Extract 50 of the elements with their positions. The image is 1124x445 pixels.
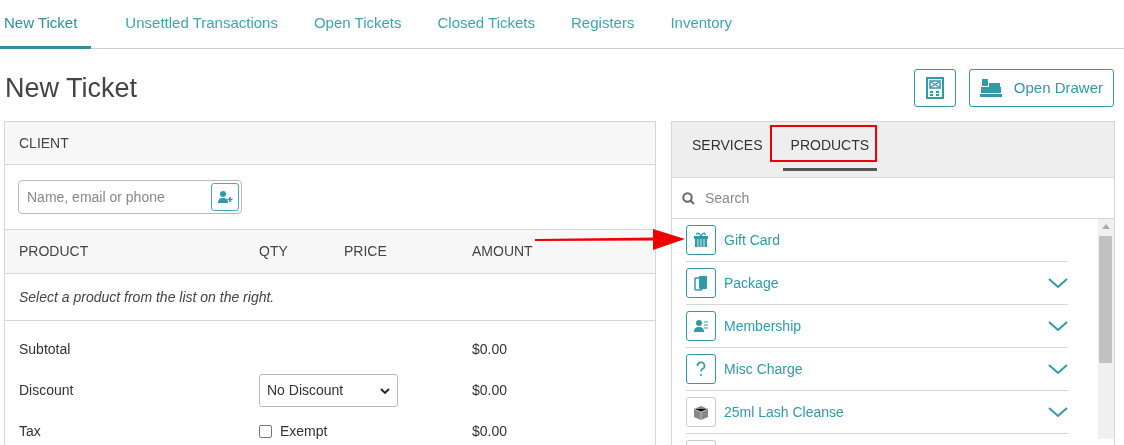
cash-register-icon <box>979 79 1002 97</box>
calculator-icon <box>925 77 944 99</box>
column-header: QTY <box>259 242 289 261</box>
catalog-item[interactable]: Package <box>724 272 1048 294</box>
box-icon <box>692 403 710 421</box>
add-person-icon <box>217 190 233 204</box>
chevron-down-icon[interactable] <box>1048 406 1068 418</box>
scrollbar[interactable] <box>1098 219 1114 439</box>
client-search-field[interactable]: Name, email or phone <box>18 180 242 214</box>
empty-message: Select a product from the list on the right. <box>19 287 275 307</box>
catalog-tab[interactable]: SERVICES <box>684 135 771 171</box>
open-drawer-button[interactable]: Open Drawer <box>968 69 1114 107</box>
total-label: Tax <box>19 422 42 441</box>
nav-tab[interactable]: Closed Tickets <box>435 0 538 49</box>
nav-tab[interactable]: New Ticket <box>0 0 92 49</box>
catalog-item[interactable]: Misc Charge <box>724 358 1048 380</box>
nav-tab[interactable]: Inventory <box>668 0 735 49</box>
catalog-tab[interactable]: PRODUCTS <box>782 135 878 171</box>
column-header: PRICE <box>344 242 388 261</box>
discount-select[interactable]: No Discount <box>259 374 398 407</box>
add-client-button[interactable] <box>211 183 239 211</box>
nav-tab[interactable]: Registers <box>569 0 637 49</box>
search-icon <box>682 192 695 205</box>
client-heading: CLIENT <box>19 133 69 153</box>
catalog-item[interactable]: 25ml Lash Cleanse <box>724 401 1048 423</box>
exempt-checkbox[interactable] <box>259 425 272 438</box>
cards-icon <box>692 274 710 292</box>
page-title: New Ticket <box>5 71 138 105</box>
chevron-down-icon <box>380 387 390 394</box>
total-amount: $0.00 <box>472 422 509 441</box>
chevron-down-icon[interactable] <box>1048 320 1068 332</box>
calculator-button[interactable] <box>913 69 956 107</box>
total-label: Discount <box>19 381 75 400</box>
gift-icon <box>692 231 710 249</box>
chevron-down-icon[interactable] <box>1048 363 1068 375</box>
catalog-item[interactable]: Gift Card <box>724 229 1068 251</box>
total-amount: $0.00 <box>472 340 509 359</box>
nav-tab[interactable]: Unsettled Transactions <box>123 0 280 49</box>
catalog-search-field[interactable]: Search <box>672 178 1114 218</box>
total-label: Subtotal <box>19 340 72 359</box>
nav-tab[interactable]: Open Tickets <box>311 0 404 49</box>
member-card-icon <box>692 317 710 335</box>
scroll-thumb[interactable] <box>1099 236 1112 363</box>
catalog-item[interactable]: Membership <box>724 315 1048 337</box>
total-amount: $0.00 <box>472 381 509 400</box>
scroll-up-icon <box>1102 224 1110 229</box>
column-header: AMOUNT <box>472 242 534 261</box>
column-header: PRODUCT <box>19 242 90 261</box>
exempt-label: Exempt <box>280 422 328 441</box>
chevron-down-icon[interactable] <box>1048 277 1068 289</box>
